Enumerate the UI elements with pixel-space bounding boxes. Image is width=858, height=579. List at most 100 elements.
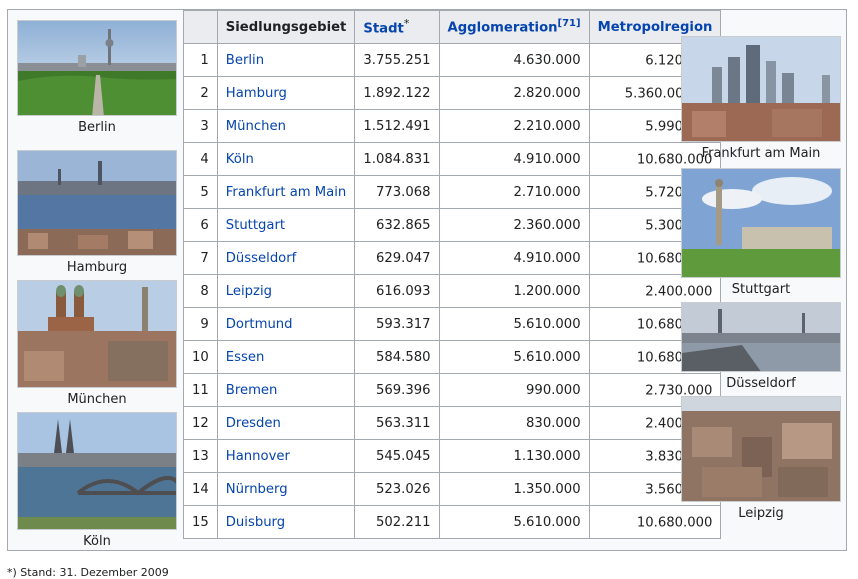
stuttgart-photo[interactable] (681, 168, 841, 278)
agglomeration-cell: 2.360.000 (438, 208, 590, 242)
stadt-cell: 3.755.251 (354, 43, 440, 77)
city-link[interactable]: Nürnberg (226, 482, 288, 497)
city-link[interactable]: Hannover (226, 449, 290, 464)
rank-cell: 15 (183, 505, 218, 539)
table-row: 8 Leipzig 616.093 1.200.000 2.400.000 (183, 274, 722, 308)
city-name-cell: Leipzig (216, 274, 356, 308)
caption-stuttgart: Stuttgart (731, 282, 791, 297)
rank-cell: 3 (183, 109, 218, 143)
table-row: 10 Essen 584.580 5.610.000 10.680.000 (183, 340, 722, 374)
thumb-hamburg[interactable]: Hamburg (17, 150, 177, 275)
city-link[interactable]: Düsseldorf (226, 251, 297, 266)
city-link[interactable]: Frankfurt am Main (226, 185, 347, 200)
city-link[interactable]: Bremen (226, 383, 278, 398)
thumb-frankfurt[interactable]: Frankfurt am Main (681, 36, 841, 161)
table-row: 3 München 1.512.491 2.210.000 5.990.000 (183, 109, 722, 143)
city-link[interactable]: Hamburg (226, 86, 287, 101)
city-name-cell: Dortmund (216, 307, 356, 341)
rank-cell: 1 (183, 43, 218, 77)
agglomeration-cell: 990.000 (438, 373, 590, 407)
city-link[interactable]: Dortmund (226, 317, 293, 332)
rank-cell: 12 (183, 406, 218, 440)
agglomeration-cell: 1.350.000 (438, 472, 590, 506)
city-name-cell: Düsseldorf (216, 241, 356, 275)
thumb-berlin[interactable]: Berlin (17, 20, 177, 135)
header-siedlungsgebiet[interactable]: Siedlungsgebiet (216, 10, 356, 44)
city-link[interactable]: Berlin (226, 53, 264, 68)
footnote: *) Stand: 31. Dezember 2009 (7, 566, 169, 579)
rank-cell: 13 (183, 439, 218, 473)
city-name-cell: Hannover (216, 439, 356, 473)
cities-gallery-frame: Berlin Hamburg München Köln Siedlungsgeb… (7, 9, 847, 551)
header-agglomeration-label: Agglomeration (447, 20, 558, 36)
table-row: 7 Düsseldorf 629.047 4.910.000 10.680.00… (183, 241, 722, 275)
city-link[interactable]: Köln (226, 152, 254, 167)
city-name-cell: Nürnberg (216, 472, 356, 506)
city-name-cell: Berlin (216, 43, 356, 77)
thumb-muenchen[interactable]: München (17, 280, 177, 407)
rank-cell: 11 (183, 373, 218, 407)
stadt-cell: 632.865 (354, 208, 440, 242)
table-row: 15 Duisburg 502.211 5.610.000 10.680.000 (183, 505, 722, 539)
table-row: 1 Berlin 3.755.251 4.630.000 6.120.000 (183, 43, 722, 77)
rank-cell: 9 (183, 307, 218, 341)
table-row: 9 Dortmund 593.317 5.610.000 10.680.000 (183, 307, 722, 341)
city-name-cell: Frankfurt am Main (216, 175, 356, 209)
header-rank (183, 10, 218, 44)
rank-cell: 5 (183, 175, 218, 209)
table-row: 2 Hamburg 1.892.122 2.820.000 5.360.000[… (183, 76, 722, 110)
frankfurt-photo[interactable] (681, 36, 841, 142)
koeln-photo[interactable] (17, 412, 177, 530)
rank-cell: 2 (183, 76, 218, 110)
thumb-duesseldorf[interactable]: Düsseldorf (681, 302, 841, 391)
caption-muenchen: München (67, 392, 127, 407)
thumb-leipzig[interactable]: Leipzig (681, 396, 841, 521)
caption-leipzig: Leipzig (738, 506, 784, 521)
stadt-cell: 584.580 (354, 340, 440, 374)
city-link[interactable]: Duisburg (226, 515, 285, 530)
caption-koeln: Köln (83, 534, 111, 549)
city-link[interactable]: Stuttgart (226, 218, 285, 233)
table-row: 13 Hannover 545.045 1.130.000 3.830.000 (183, 439, 722, 473)
caption-berlin: Berlin (78, 120, 116, 135)
city-name-cell: Stuttgart (216, 208, 356, 242)
stadt-cell: 1.892.122 (354, 76, 440, 110)
city-link[interactable]: Leipzig (226, 284, 272, 299)
city-name-cell: Essen (216, 340, 356, 374)
header-stadt-mark: * (403, 17, 410, 31)
duesseldorf-photo[interactable] (681, 302, 841, 372)
city-link[interactable]: Essen (226, 350, 265, 365)
stadt-cell: 1.512.491 (354, 109, 440, 143)
city-name-cell: München (216, 109, 356, 143)
rank-cell: 7 (183, 241, 218, 275)
city-name-cell: Bremen (216, 373, 356, 407)
table-row: 12 Dresden 563.311 830.000 2.400.000 (183, 406, 722, 440)
berlin-photo[interactable] (17, 20, 177, 116)
leipzig-photo[interactable] (681, 396, 841, 502)
city-ranking-table: Siedlungsgebiet Stadt* Agglomeration[71]… (183, 10, 722, 539)
agglomeration-cell: 1.130.000 (438, 439, 590, 473)
table-row: 11 Bremen 569.396 990.000 2.730.000 (183, 373, 722, 407)
muenchen-photo[interactable] (17, 280, 177, 388)
city-link[interactable]: Dresden (226, 416, 281, 431)
header-siedlungsgebiet-label: Siedlungsgebiet (225, 19, 347, 35)
thumb-koeln[interactable]: Köln (17, 412, 177, 549)
agglomeration-cell: 2.820.000 (438, 76, 590, 110)
caption-frankfurt: Frankfurt am Main (701, 146, 821, 161)
hamburg-photo[interactable] (17, 150, 177, 256)
city-name-cell: Dresden (216, 406, 356, 440)
agglomeration-cell: 4.910.000 (438, 142, 590, 176)
header-agglomeration[interactable]: Agglomeration[71] (438, 10, 590, 44)
rank-cell: 14 (183, 472, 218, 506)
header-stadt[interactable]: Stadt* (354, 10, 440, 44)
city-link[interactable]: München (226, 119, 286, 134)
rank-cell: 4 (183, 142, 218, 176)
table-row: 4 Köln 1.084.831 4.910.000 10.680.000 (183, 142, 722, 176)
thumb-stuttgart[interactable]: Stuttgart (681, 168, 841, 297)
agglomeration-cell: 5.610.000 (438, 307, 590, 341)
ref-71-link[interactable]: [71] (558, 18, 581, 29)
stadt-cell: 545.045 (354, 439, 440, 473)
stadt-cell: 569.396 (354, 373, 440, 407)
table-header-row: Siedlungsgebiet Stadt* Agglomeration[71]… (183, 10, 722, 44)
agglomeration-cell: 4.630.000 (438, 43, 590, 77)
